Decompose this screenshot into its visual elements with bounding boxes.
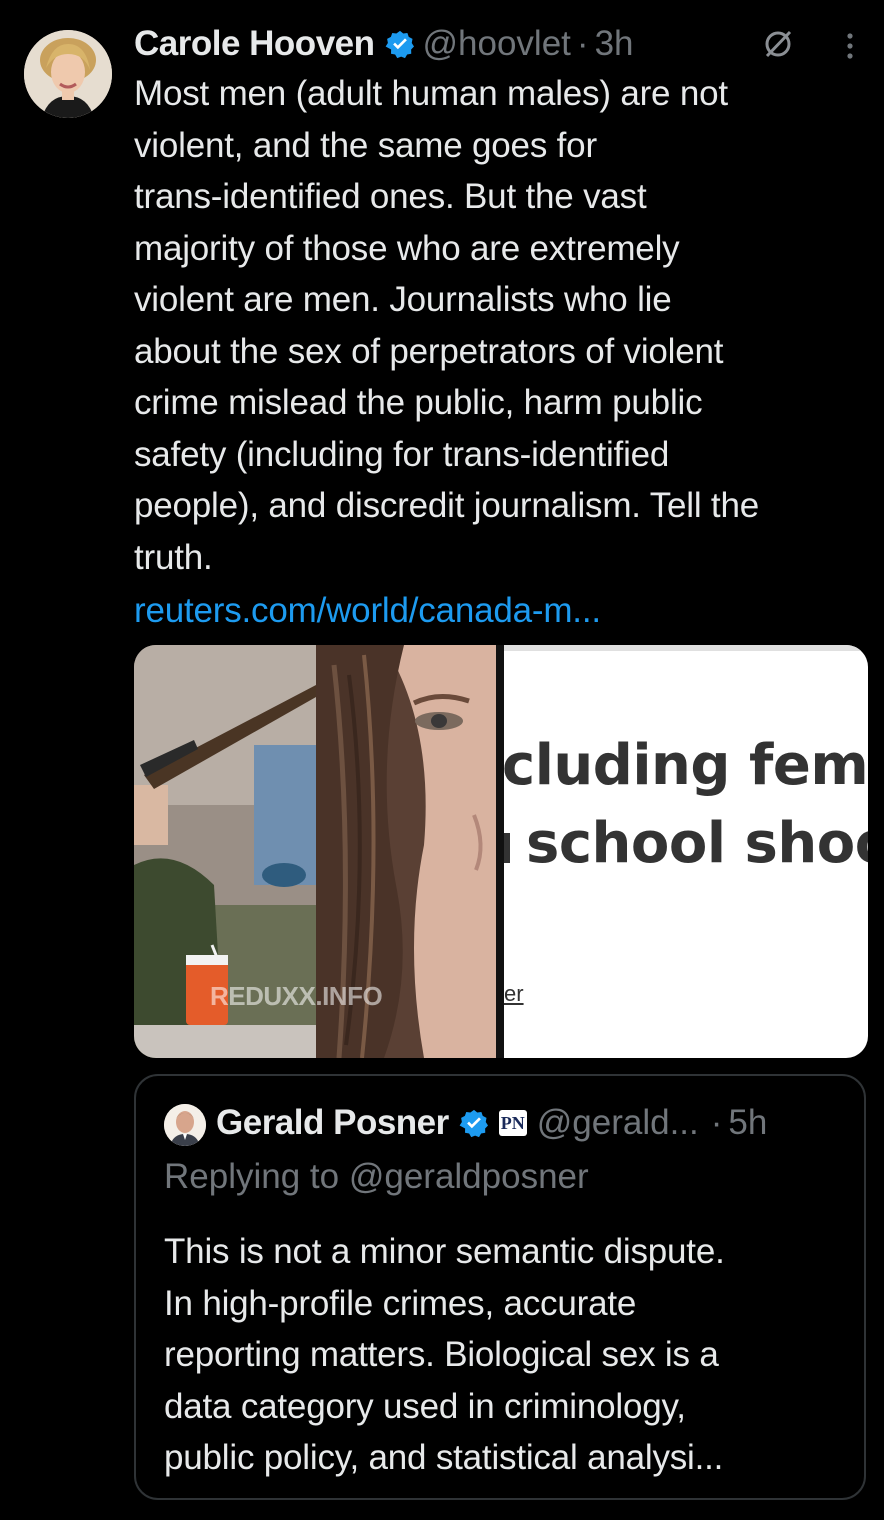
quote-text: This is not a minor semantic dispute. In… [164,1232,725,1477]
headline-line-1: cluding femal [502,733,868,798]
tweet-timestamp[interactable]: 3h [595,24,634,64]
article-link[interactable]: reuters.com/world/canada-m... [134,585,601,636]
tweet[interactable]: Carole Hooven @hoovlet · 3h Most men (ad… [0,0,884,1520]
grok-icon[interactable] [760,26,796,62]
quote-author-display-name[interactable]: Gerald Posner [216,1103,449,1143]
quote-author-avatar[interactable] [164,1104,206,1146]
author-handle[interactable]: @hoovlet [423,24,571,64]
headline-line-2: school shoot [526,811,868,876]
headline-line-2-edge [504,833,510,863]
tweet-header: Carole Hooven @hoovlet · 3h [134,20,634,68]
link-preview-image[interactable]: REDUXX.INFO cluding femal school shoot e… [134,645,868,1058]
more-options-icon[interactable] [840,30,860,62]
quote-author-handle[interactable]: @gerald... [537,1103,699,1143]
separator-dot: · [576,24,589,63]
quote-separator-dot: · [710,1103,723,1142]
watermark-text: REDUXX.INFO [210,981,383,1011]
author-avatar[interactable] [24,30,112,118]
quote-header: Gerald Posner PN @gerald... · 5h [216,1098,767,1148]
replying-to-label: Replying to @geraldposner [164,1157,589,1196]
verified-badge-icon [385,30,414,59]
affiliate-badge-icon: PN [498,1110,527,1136]
tweet-text: Most men (adult human males) are not vio… [134,74,759,577]
verified-badge-icon [459,1109,488,1138]
quote-timestamp[interactable]: 5h [728,1103,767,1143]
quoted-tweet[interactable]: Gerald Posner PN @gerald... · 5h Replyin… [134,1074,866,1500]
byline-fragment: er [504,981,524,1006]
author-display-name[interactable]: Carole Hooven [134,24,375,64]
